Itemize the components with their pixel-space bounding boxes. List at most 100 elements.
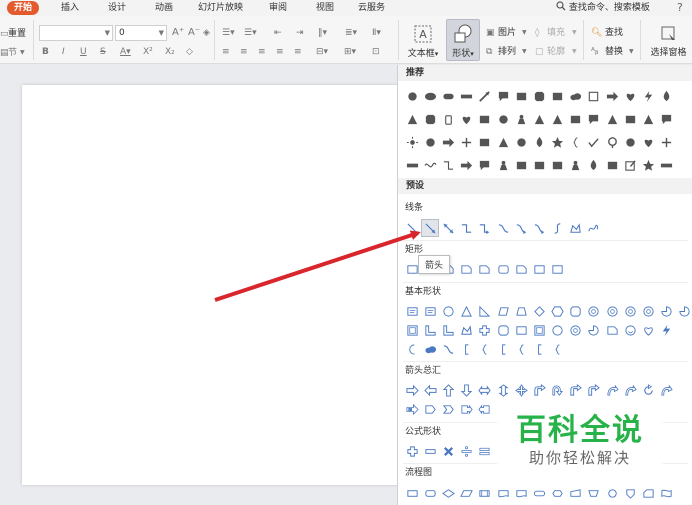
wave-shape-icon[interactable] bbox=[421, 156, 439, 174]
o-para-shape-icon[interactable] bbox=[494, 302, 512, 320]
section-button[interactable]: 节 bbox=[8, 47, 17, 59]
command-search[interactable]: 查找命令、搜索模板 bbox=[556, 1, 650, 15]
fl-pre-shape-icon[interactable] bbox=[476, 484, 494, 502]
heart-shape-icon[interactable] bbox=[621, 87, 639, 105]
o-frame-shape-icon[interactable] bbox=[530, 321, 548, 339]
a-chev-shape-icon[interactable] bbox=[439, 400, 457, 418]
vertical-align-icon[interactable]: ⊟▾ bbox=[316, 46, 328, 58]
clear-format-icon[interactable]: ◈ bbox=[203, 27, 210, 39]
text-direction-icon[interactable]: Ⅱ▾ bbox=[372, 27, 381, 39]
f-plus-shape-icon[interactable] bbox=[403, 442, 421, 460]
rect-shape-icon[interactable] bbox=[567, 110, 585, 128]
fl-tape-shape-icon[interactable] bbox=[658, 484, 676, 502]
a-bent-shape-icon[interactable] bbox=[567, 381, 585, 399]
textbox-button[interactable]: A 文本框▾ bbox=[405, 19, 441, 61]
fl-dec-shape-icon[interactable] bbox=[439, 484, 457, 502]
a-strip-shape-icon[interactable] bbox=[403, 400, 421, 418]
a-curv-shape-icon[interactable] bbox=[603, 381, 621, 399]
a-bent-shape-icon[interactable] bbox=[585, 381, 603, 399]
shapes-button[interactable]: 形状▾ bbox=[446, 19, 480, 61]
ellipse-shape-icon[interactable] bbox=[421, 87, 439, 105]
a-r-shape-icon[interactable] bbox=[403, 381, 421, 399]
tab-animation[interactable]: 动画 bbox=[155, 1, 173, 15]
curve-a-shape-icon[interactable] bbox=[512, 219, 530, 237]
tri-shape-icon[interactable] bbox=[494, 133, 512, 151]
f-minus-shape-icon[interactable] bbox=[421, 442, 439, 460]
f-div-shape-icon[interactable] bbox=[458, 442, 476, 460]
pin-shape-icon[interactable] bbox=[603, 133, 621, 151]
selection-pane-button[interactable]: 选择窗格 bbox=[645, 19, 692, 61]
o-trap-shape-icon[interactable] bbox=[512, 302, 530, 320]
bubble-shape-icon[interactable] bbox=[658, 110, 676, 128]
person-shape-icon[interactable] bbox=[512, 110, 530, 128]
font-name-combo[interactable]: ▼ bbox=[39, 25, 113, 41]
a-call-l-shape-icon[interactable] bbox=[476, 400, 494, 418]
text-box-align-icon[interactable]: ⊞▾ bbox=[344, 46, 356, 58]
bar-shape-icon[interactable] bbox=[403, 156, 421, 174]
fl-card-shape-icon[interactable] bbox=[639, 484, 657, 502]
o-frame-shape-icon[interactable] bbox=[403, 321, 421, 339]
o-pie-shape-icon[interactable] bbox=[676, 302, 692, 320]
tab-home[interactable]: 开始 bbox=[7, 1, 40, 15]
rrect-shape-icon[interactable] bbox=[439, 87, 457, 105]
o-diam-shape-icon[interactable] bbox=[530, 302, 548, 320]
a-d-shape-icon[interactable] bbox=[458, 381, 476, 399]
o-brack-shape-icon[interactable] bbox=[458, 340, 476, 358]
o-heart-shape-icon[interactable] bbox=[639, 321, 657, 339]
o-brace-shape-icon[interactable] bbox=[512, 340, 530, 358]
rect-shape-icon[interactable] bbox=[530, 156, 548, 174]
fl-off-shape-icon[interactable] bbox=[621, 484, 639, 502]
scurve-shape-icon[interactable] bbox=[549, 219, 567, 237]
o-rect-shape-icon[interactable] bbox=[530, 260, 548, 278]
drop-shape-icon[interactable] bbox=[658, 87, 676, 105]
indent-decrease-icon[interactable]: ⇤ bbox=[274, 27, 282, 39]
o-txt-shape-icon[interactable] bbox=[403, 302, 421, 320]
tab-slideshow[interactable]: 幻灯片放映 bbox=[198, 1, 243, 15]
a-bent-shape-icon[interactable] bbox=[530, 381, 548, 399]
heart-shape-icon[interactable] bbox=[458, 110, 476, 128]
subscript-icon[interactable]: X₂ bbox=[165, 46, 175, 58]
tab-design[interactable]: 设计 bbox=[108, 1, 126, 15]
arrow-r-shape-icon[interactable] bbox=[439, 133, 457, 151]
a-uturn-shape-icon[interactable] bbox=[549, 381, 567, 399]
smart-art-icon[interactable]: ⊡ bbox=[372, 46, 380, 58]
a-curv-shape-icon[interactable] bbox=[621, 381, 639, 399]
line-spacing-icon[interactable]: ≣▾ bbox=[345, 27, 357, 39]
fl-man-shape-icon[interactable] bbox=[567, 484, 585, 502]
fl-conn-shape-icon[interactable] bbox=[603, 484, 621, 502]
o-smile-shape-icon[interactable] bbox=[621, 321, 639, 339]
scribble-shape-icon[interactable] bbox=[585, 219, 603, 237]
o-r-tri-shape-icon[interactable] bbox=[476, 302, 494, 320]
octo-shape-icon[interactable] bbox=[421, 110, 439, 128]
cloud-shape-icon[interactable] bbox=[421, 340, 439, 358]
bubble-shape-icon[interactable] bbox=[585, 110, 603, 128]
replace-button[interactable]: 替换 bbox=[605, 46, 623, 58]
a-curv-shape-icon[interactable] bbox=[658, 381, 676, 399]
cloud-shape-icon[interactable] bbox=[567, 87, 585, 105]
underline-icon[interactable]: U bbox=[80, 46, 87, 58]
o-num-shape-icon[interactable] bbox=[585, 302, 603, 320]
distribute-icon[interactable]: ≡ bbox=[294, 46, 302, 58]
o-brace-shape-icon[interactable] bbox=[567, 133, 585, 151]
f-times-shape-icon[interactable] bbox=[439, 442, 457, 460]
line-d-shape-icon[interactable] bbox=[403, 219, 421, 237]
rect-shape-icon[interactable] bbox=[476, 110, 494, 128]
rect-shape-icon[interactable] bbox=[549, 156, 567, 174]
tri-shape-icon[interactable] bbox=[403, 110, 421, 128]
o-num-shape-icon[interactable] bbox=[567, 321, 585, 339]
a-circ-shape-icon[interactable] bbox=[639, 381, 657, 399]
o-moon-shape-icon[interactable] bbox=[403, 340, 421, 358]
tri-shape-icon[interactable] bbox=[603, 110, 621, 128]
tri-shape-icon[interactable] bbox=[549, 110, 567, 128]
bar-shape-icon[interactable] bbox=[658, 156, 676, 174]
sun-shape-icon[interactable] bbox=[403, 133, 421, 151]
circle-shape-icon[interactable] bbox=[512, 133, 530, 151]
a-l-r-shape-icon[interactable] bbox=[476, 381, 494, 399]
star-shape-icon[interactable] bbox=[549, 133, 567, 151]
o-num-shape-icon[interactable] bbox=[621, 302, 639, 320]
number-list-icon[interactable]: ☰▾ bbox=[244, 27, 257, 39]
a-u-d-shape-icon[interactable] bbox=[494, 381, 512, 399]
circle-shape-icon[interactable] bbox=[621, 133, 639, 151]
o-r-rect-shape-icon[interactable] bbox=[494, 260, 512, 278]
slash-shape-icon[interactable] bbox=[476, 87, 494, 105]
